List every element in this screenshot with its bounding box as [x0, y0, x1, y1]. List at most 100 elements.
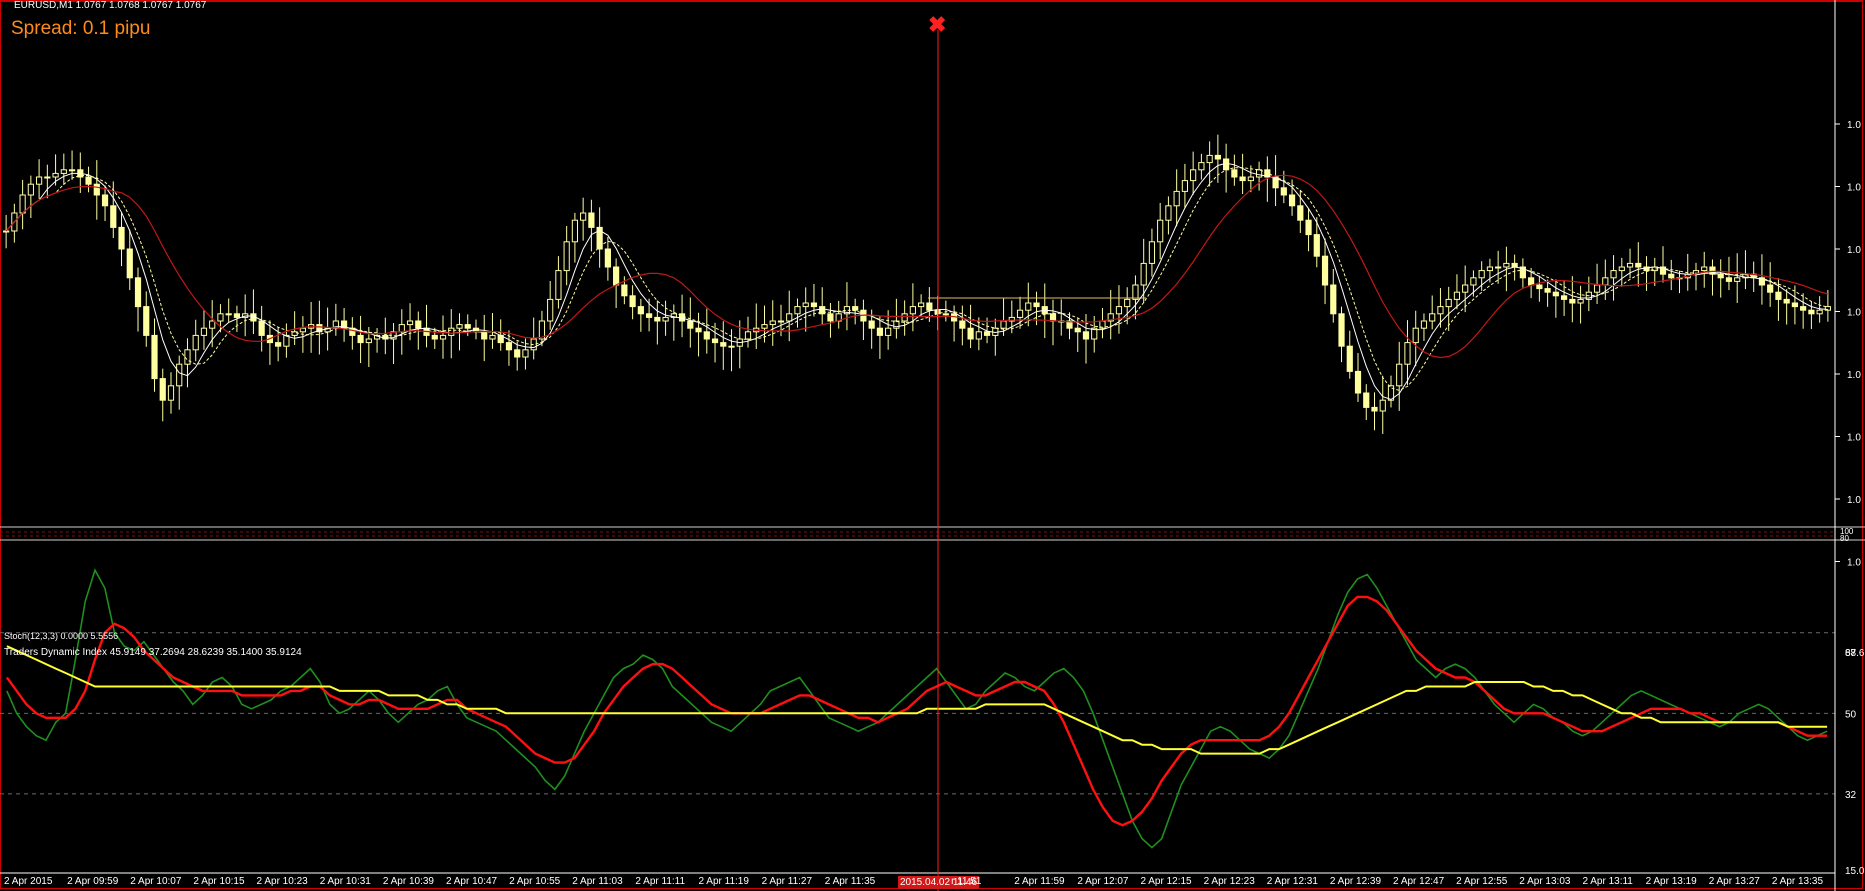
candle-body [959, 320, 966, 329]
time-label: 2 Apr 11:19 [698, 876, 749, 887]
candle-body [926, 302, 933, 311]
candle-body [547, 298, 554, 322]
candle-body [1132, 284, 1139, 300]
tdi-panel [0, 568, 1835, 849]
candle-body [1775, 291, 1782, 300]
candle-body [769, 320, 776, 326]
candle-body [489, 334, 496, 340]
ma-fast-line [5, 162, 1828, 401]
spread-indicator: Spread: 0.1 pipu [11, 18, 151, 39]
candle-body [3, 230, 10, 233]
candle-body [1626, 262, 1634, 268]
candle-body [918, 302, 925, 308]
candle-body [1668, 273, 1675, 279]
tdi-red-line [5, 595, 1828, 827]
candle-body [52, 172, 59, 178]
price-tick-label: 1.0 [1847, 495, 1861, 506]
candle-body [1214, 154, 1221, 160]
stoch-indicator-label: Stoch(12,3,3) 0.0000 5.5556 [4, 631, 119, 641]
candle-body [1420, 320, 1428, 329]
candle-body [1223, 158, 1230, 171]
time-label: 2 Apr 11:27 [761, 876, 813, 887]
time-label: 2 Apr 12:15 [1140, 876, 1192, 887]
candle-body [1280, 187, 1287, 196]
time-label: 2 Apr 11:59 [1014, 876, 1065, 887]
candle-body [439, 334, 447, 340]
candle-body [761, 324, 768, 329]
price-axis: 1.01.01.01.01.01.01.01.01008087.66850321… [0, 0, 1865, 891]
tdi-tick-label: 32 [1845, 790, 1857, 801]
candle-body [1000, 320, 1007, 329]
candle-body [209, 320, 216, 329]
chart-canvas[interactable]: 1.01.01.01.01.01.01.01.01008087.66850321… [0, 0, 1865, 891]
candle-body [901, 313, 908, 322]
candle-body [1577, 298, 1584, 304]
candle-body [1313, 234, 1320, 257]
candle-body [1033, 302, 1040, 308]
candle-body [1511, 262, 1518, 268]
candle-body [1181, 180, 1189, 192]
candle-body [258, 320, 265, 336]
stoch-panel [0, 526, 1865, 541]
candle-body [703, 331, 710, 340]
candle-body [101, 194, 109, 207]
time-label: 2 Apr 11:11 [635, 876, 686, 887]
candle-body [415, 320, 422, 329]
candle-body [1503, 262, 1510, 268]
candle-body [1453, 291, 1461, 300]
tdi-green-line [6, 568, 1828, 849]
candle-body [456, 324, 463, 329]
candle-body [942, 313, 949, 316]
candle-body [1808, 309, 1815, 315]
candle-body [1560, 295, 1568, 300]
candle-body [44, 176, 51, 179]
candle-body [662, 316, 669, 322]
candle-body [1536, 284, 1543, 290]
candle-body [1173, 190, 1180, 207]
candle-body [687, 320, 694, 329]
candle-body [1404, 342, 1411, 365]
candle-body [184, 349, 191, 365]
candle-body [159, 378, 166, 401]
time-label: 2 Apr 13:35 [1771, 876, 1824, 887]
candle-body [1115, 306, 1123, 315]
tdi-tick-label: 15.0 [1845, 866, 1865, 877]
close-icon[interactable]: ✖ [928, 14, 946, 36]
moving-averages [5, 162, 1829, 401]
candle-body [1190, 169, 1197, 182]
candle-body [1363, 392, 1370, 408]
candle-body [1445, 298, 1452, 308]
candle-body [1247, 176, 1254, 182]
candle-body [1437, 306, 1444, 315]
time-label: r 11:51 [951, 876, 982, 887]
candle-body [1140, 262, 1147, 286]
candle-body [398, 324, 405, 333]
candle-body [868, 320, 875, 329]
candle-body [555, 270, 562, 300]
candle-body [1429, 313, 1436, 322]
candle-body [983, 331, 991, 336]
candle-body [118, 226, 125, 250]
time-label: 2 Apr 09:59 [67, 876, 119, 887]
candle-body [1478, 270, 1485, 279]
time-label: 2 Apr 11:35 [824, 876, 876, 887]
candle-body [68, 169, 76, 172]
candle-body [275, 342, 282, 347]
candle-body [217, 313, 224, 322]
candle-body [654, 316, 661, 322]
candle-body [1544, 288, 1551, 293]
tdi-tick-label: 68 [1845, 648, 1857, 659]
candle-body [365, 338, 372, 344]
candle-body [1321, 255, 1329, 286]
candle-body [1725, 277, 1733, 282]
candle-body [406, 320, 414, 326]
candle-body [85, 176, 92, 185]
time-label: 2 Apr 12:55 [1456, 876, 1508, 887]
time-label: 2 Apr 10:15 [193, 876, 245, 887]
time-label: 2 Apr 10:39 [382, 876, 434, 887]
candle-body [621, 284, 628, 297]
price-tick-label: 1.0 [1847, 308, 1861, 319]
price-panel [3, 134, 1831, 434]
candle-body [1288, 194, 1296, 207]
candle-body [1124, 298, 1131, 308]
